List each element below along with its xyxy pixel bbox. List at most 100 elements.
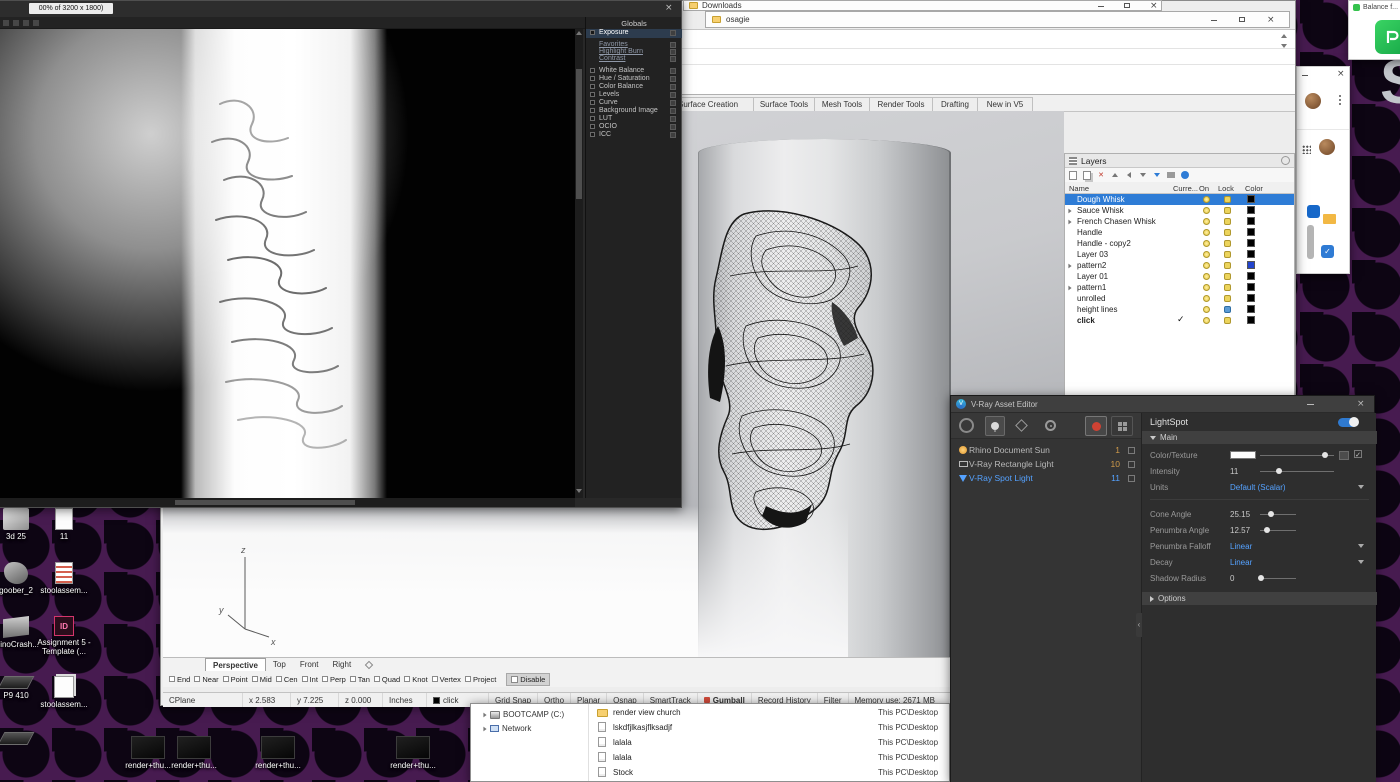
scroll-down-icon[interactable]: [576, 489, 582, 493]
more-menu-icon[interactable]: [1339, 95, 1341, 97]
dropdown-value[interactable]: Default (Scalar): [1230, 483, 1286, 492]
lights-icon[interactable]: [985, 416, 1005, 436]
checkbox[interactable]: [374, 676, 380, 682]
collapse-panel-handle[interactable]: ‹: [1136, 613, 1142, 637]
downloads-window-titlebar[interactable]: Downloads ×: [683, 0, 1162, 11]
layer-on-icon[interactable]: [1203, 317, 1210, 324]
layer-options-icon[interactable]: [670, 30, 676, 36]
desktop-icon[interactable]: render+thu...: [248, 736, 308, 770]
avatar[interactable]: [1319, 139, 1335, 155]
checkbox[interactable]: [590, 116, 595, 121]
slider-knob[interactable]: [1258, 575, 1264, 581]
layers-panel-header[interactable]: Layers: [1065, 154, 1294, 168]
adjustment-row-exposure[interactable]: Exposure: [586, 29, 682, 38]
expand-arrow-icon[interactable]: [483, 712, 486, 717]
layer-color-swatch[interactable]: [1247, 305, 1255, 313]
file-row[interactable]: lalala This PC\Desktop: [593, 736, 949, 750]
layer-row[interactable]: height lines: [1065, 304, 1294, 315]
close-icon[interactable]: ×: [1267, 16, 1275, 25]
slider-track[interactable]: [1260, 514, 1296, 515]
layer-lock-icon[interactable]: [1224, 229, 1231, 236]
maximize-icon[interactable]: [1124, 3, 1130, 8]
close-icon[interactable]: ×: [1337, 70, 1345, 79]
checkbox[interactable]: [590, 124, 595, 129]
layer-options-icon[interactable]: [670, 76, 676, 82]
checkbox[interactable]: [511, 676, 518, 683]
layer-lock-icon[interactable]: [1224, 306, 1231, 313]
render-window-titlebar[interactable]: 00% of 3200 x 1800) ×: [0, 1, 681, 17]
minimize-icon[interactable]: [1302, 75, 1308, 76]
layer-options-icon[interactable]: [670, 124, 676, 130]
layer-color-swatch[interactable]: [1247, 228, 1255, 236]
close-icon[interactable]: ×: [1150, 2, 1158, 11]
layer-tools-icon[interactable]: [1166, 170, 1176, 180]
close-icon[interactable]: ×: [1357, 400, 1365, 409]
status-units[interactable]: Inches: [383, 693, 427, 707]
zoom-level-label[interactable]: 00% of 3200 x 1800): [29, 3, 113, 14]
layer-row[interactable]: Dough Whisk: [1065, 194, 1294, 205]
layer-row[interactable]: pattern2: [1065, 260, 1294, 271]
file-row[interactable]: lalala This PC\Desktop: [593, 751, 949, 765]
file-row[interactable]: render view church This PC\Desktop: [593, 706, 949, 720]
layer-row[interactable]: Handle - copy2: [1065, 238, 1294, 249]
geometry-icon[interactable]: [1015, 419, 1028, 432]
section-main[interactable]: Main: [1142, 431, 1377, 444]
checkbox[interactable]: ✓: [1354, 450, 1362, 458]
viewport-tab-top[interactable]: Top: [266, 658, 293, 671]
layer-row[interactable]: Layer 03: [1065, 249, 1294, 260]
layer-row[interactable]: Handle: [1065, 227, 1294, 238]
layer-color-swatch[interactable]: [1247, 195, 1255, 203]
layer-lock-icon[interactable]: [1224, 240, 1231, 247]
tab-drafting[interactable]: Drafting: [932, 97, 978, 112]
materials-icon[interactable]: [959, 418, 974, 433]
render-button[interactable]: [1085, 416, 1107, 436]
texture-button[interactable]: [1339, 451, 1349, 460]
checkbox[interactable]: [350, 676, 356, 682]
close-icon[interactable]: ×: [665, 4, 673, 13]
osnap-near[interactable]: Near: [194, 675, 218, 684]
layer-options-icon[interactable]: [670, 116, 676, 122]
desktop-icon[interactable]: ID Assignment 5 - Template (...: [34, 616, 94, 656]
layer-lock-icon[interactable]: [1224, 284, 1231, 291]
checkbox[interactable]: [590, 100, 595, 105]
osnap-int[interactable]: Int: [302, 675, 318, 684]
osnap-mid[interactable]: Mid: [252, 675, 272, 684]
checkbox[interactable]: [590, 30, 595, 35]
minimize-icon[interactable]: [1098, 6, 1104, 7]
tab-new-in-v5[interactable]: New in V5: [977, 97, 1033, 112]
expand-arrow-icon[interactable]: [1068, 286, 1071, 291]
desktop-icon[interactable]: render+thu...: [383, 736, 443, 770]
expand-arrow-icon[interactable]: [1068, 220, 1071, 225]
osnap-perp[interactable]: Perp: [322, 675, 346, 684]
checkbox[interactable]: [432, 676, 438, 682]
tab-render-tools[interactable]: Render Tools: [869, 97, 933, 112]
desktop-icon[interactable]: render+thu...: [164, 736, 224, 770]
light-list-item-selected[interactable]: V-Ray Spot Light 11: [951, 471, 1141, 485]
new-layer-icon[interactable]: [1068, 170, 1078, 180]
checkbox[interactable]: [169, 676, 175, 682]
gear-icon[interactable]: [1281, 156, 1290, 165]
toolbar-icon[interactable]: [3, 20, 9, 26]
field-value[interactable]: 25.15: [1230, 510, 1250, 519]
new-viewport-icon[interactable]: [365, 660, 373, 668]
layer-row[interactable]: Sauce Whisk: [1065, 205, 1294, 216]
scroll-down-icon[interactable]: [1281, 44, 1287, 48]
slider-track[interactable]: [1260, 578, 1296, 579]
layer-color-swatch[interactable]: [1247, 250, 1255, 258]
checkbox[interactable]: [590, 132, 595, 137]
viewport-tab-right[interactable]: Right: [326, 658, 359, 671]
checkbox[interactable]: [404, 676, 410, 682]
layer-on-icon[interactable]: [1203, 295, 1210, 302]
sidebar-item-bootcamp[interactable]: BOOTCAMP (C:): [483, 710, 564, 719]
layer-options-icon[interactable]: [670, 56, 676, 62]
slider-knob[interactable]: [1276, 468, 1282, 474]
file-row[interactable]: Stock This PC\Desktop: [593, 766, 949, 780]
osnap-quad[interactable]: Quad: [374, 675, 400, 684]
layer-on-icon[interactable]: [1203, 273, 1210, 280]
layer-row-current[interactable]: click ✓: [1065, 315, 1294, 326]
adjustment-row-lut[interactable]: LUT: [586, 115, 682, 123]
scrollbar-thumb[interactable]: [576, 69, 582, 199]
maximize-icon[interactable]: [1239, 17, 1245, 22]
layer-lock-icon[interactable]: [1224, 317, 1231, 324]
checkbox[interactable]: [590, 76, 595, 81]
